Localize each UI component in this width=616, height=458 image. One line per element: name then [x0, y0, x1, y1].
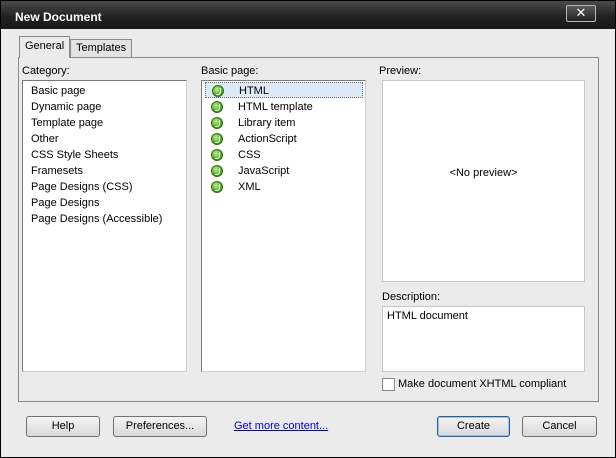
basic-page-label: Basic page:	[201, 65, 259, 77]
page-type-item[interactable]: ActionScript	[208, 131, 363, 147]
category-item[interactable]: Page Designs (CSS)	[31, 179, 133, 195]
cancel-button[interactable]: Cancel	[522, 416, 597, 437]
category-item[interactable]: Basic page	[31, 83, 85, 99]
page-type-label: ActionScript	[238, 133, 297, 145]
category-list[interactable]: Basic page Dynamic page Template page Ot…	[22, 80, 187, 372]
category-item[interactable]: Framesets	[31, 163, 83, 179]
title-bar[interactable]: New Document ✕	[1, 1, 615, 29]
help-button[interactable]: Help	[26, 416, 100, 437]
dialog-title: New Document	[15, 10, 102, 24]
page-type-label: JavaScript	[238, 165, 290, 177]
category-item[interactable]: Page Designs	[31, 195, 100, 211]
page-type-item[interactable]: XML	[208, 179, 363, 195]
page-type-item[interactable]: CSS	[208, 147, 363, 163]
document-type-icon	[211, 101, 223, 113]
page-type-label: XML	[238, 181, 261, 193]
category-item[interactable]: Other	[31, 131, 59, 147]
preview-placeholder: <No preview>	[449, 167, 518, 179]
category-item[interactable]: Page Designs (Accessible)	[31, 211, 162, 227]
page-type-label: CSS	[238, 149, 261, 161]
page-type-item[interactable]: Library item	[208, 115, 363, 131]
document-type-icon	[211, 117, 223, 129]
tab-templates[interactable]: Templates	[70, 39, 133, 57]
close-button[interactable]: ✕	[566, 5, 596, 22]
page-type-label: HTML	[239, 85, 269, 97]
document-type-icon	[212, 85, 224, 97]
document-type-icon	[211, 181, 223, 193]
document-type-icon	[211, 133, 223, 145]
document-type-icon	[211, 165, 223, 177]
page-type-item[interactable]: JavaScript	[208, 163, 363, 179]
page-type-item-selected[interactable]: HTML	[205, 82, 363, 98]
category-item[interactable]: Dynamic page	[31, 99, 101, 115]
description-label: Description:	[382, 291, 441, 303]
page-type-item[interactable]: HTML template	[208, 99, 363, 115]
get-more-content-link[interactable]: Get more content...	[234, 420, 328, 432]
page-type-label: HTML template	[238, 101, 313, 113]
preferences-button[interactable]: Preferences...	[113, 416, 207, 437]
preview-panel: <No preview>	[382, 80, 585, 282]
category-label: Category:	[22, 65, 70, 77]
new-document-dialog: New Document ✕ General Templates Categor…	[0, 0, 616, 458]
xhtml-compliant-checkbox[interactable]	[382, 378, 395, 391]
page-type-label: Library item	[238, 117, 296, 129]
create-button[interactable]: Create	[437, 416, 510, 437]
basic-page-list[interactable]: HTML HTML template Library item ActionSc…	[201, 80, 366, 372]
preview-label: Preview:	[379, 65, 422, 77]
tab-general[interactable]: General	[19, 36, 71, 58]
document-type-icon	[211, 149, 223, 161]
category-item[interactable]: Template page	[31, 115, 103, 131]
xhtml-compliant-label[interactable]: Make document XHTML compliant	[398, 378, 566, 390]
description-text: HTML document	[382, 307, 585, 372]
category-item[interactable]: CSS Style Sheets	[31, 147, 118, 163]
